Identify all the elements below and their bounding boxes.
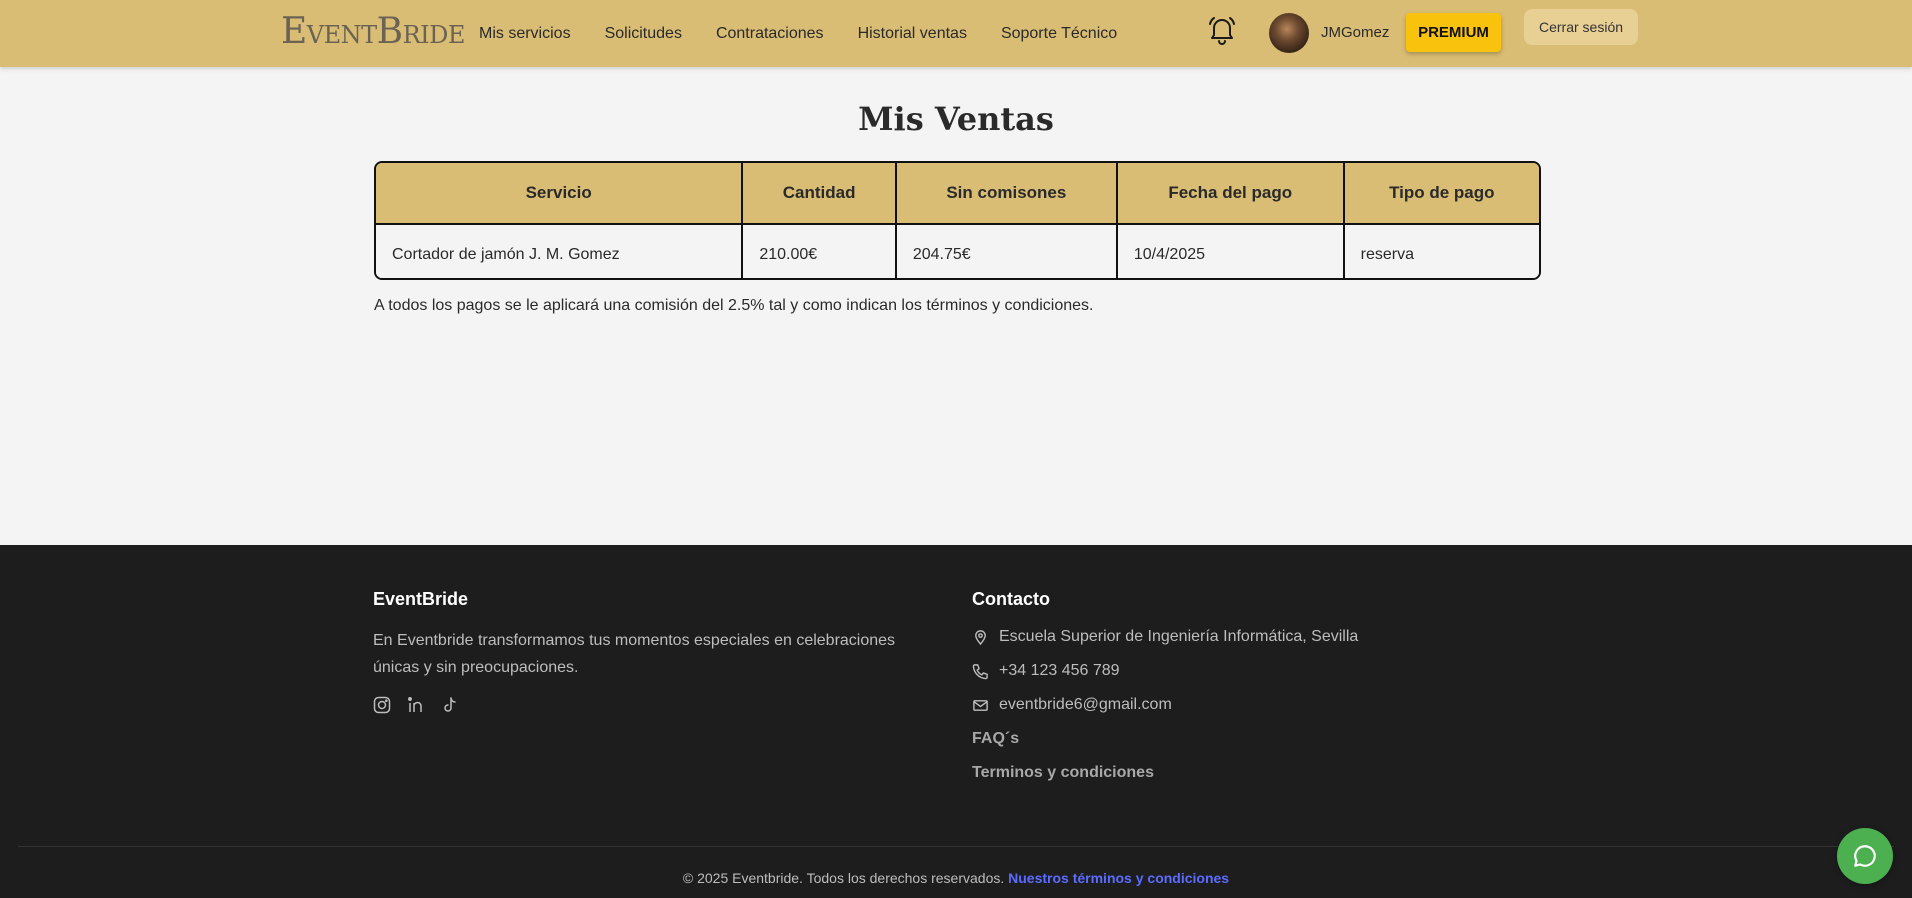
column-header-tipo-pago: Tipo de pago <box>1343 163 1539 225</box>
logo-text-ride: RIDE <box>402 21 466 49</box>
contact-phone: +34 123 456 789 <box>972 662 1120 680</box>
top-navbar: E VENT B RIDE Mis servicios Solicitudes Con… <box>0 0 1912 67</box>
premium-button[interactable]: PREMIUM <box>1406 13 1501 52</box>
copyright-terms-link[interactable]: Nuestros términos y condiciones <box>1008 870 1229 886</box>
logo-initial-b: B <box>376 11 403 52</box>
logo-text-vent: VENT <box>306 21 377 49</box>
logout-button[interactable]: Cerrar sesión <box>1524 9 1638 45</box>
phone-icon <box>972 663 988 679</box>
footer-contact-title: Contacto <box>972 589 1050 609</box>
cell-sin-comisiones: 204.75€ <box>895 224 1118 278</box>
logo-initial-e: E <box>281 11 307 52</box>
main-nav: Mis servicios Solicitudes Contrataciones… <box>479 0 1117 67</box>
table-row: Cortador de jamón J. M. Gomez 210.00€ 20… <box>376 224 1539 278</box>
footer-divider <box>18 846 1894 847</box>
nav-solicitudes[interactable]: Solicitudes <box>605 25 682 43</box>
cell-tipo-pago: reserva <box>1343 224 1539 278</box>
nav-soporte-tecnico[interactable]: Soporte Técnico <box>1001 25 1117 43</box>
address-text: Escuela Superior de Ingeniería Informáti… <box>999 628 1359 645</box>
commission-note: A todos los pagos se le aplicará una com… <box>374 297 1094 314</box>
tiktok-icon[interactable] <box>441 696 459 714</box>
footer-brand-title: EventBride <box>373 589 469 609</box>
bell-icon[interactable] <box>1206 14 1238 46</box>
eventbride-logo[interactable]: E VENT B RIDE <box>281 12 465 52</box>
mail-icon <box>973 699 988 711</box>
footer: EventBride En Eventbride transformamos t… <box>0 545 1912 898</box>
map-pin-icon <box>975 629 986 645</box>
copyright-line: © 2025 Eventbride. Todos los derechos re… <box>0 870 1912 886</box>
avatar[interactable] <box>1269 13 1309 53</box>
cell-fecha-pago: 10/4/2025 <box>1116 224 1345 278</box>
instagram-icon[interactable] <box>373 696 391 714</box>
email-text[interactable]: eventbride6@gmail.com <box>999 696 1172 714</box>
contact-address: Escuela Superior de Ingeniería Informáti… <box>972 628 1358 646</box>
chat-button[interactable] <box>1837 828 1893 884</box>
contact-email: eventbride6@gmail.com <box>972 696 1172 714</box>
column-header-sin-comisiones: Sin comisones <box>895 163 1118 225</box>
column-header-cantidad: Cantidad <box>742 163 897 225</box>
social-links <box>373 696 459 714</box>
username-label[interactable]: JMGomez <box>1321 24 1389 41</box>
linkedin-icon[interactable] <box>407 696 425 714</box>
terms-link[interactable]: Terminos y condiciones <box>972 764 1154 782</box>
column-header-fecha-pago: Fecha del pago <box>1116 163 1345 225</box>
sales-table: Servicio Cantidad Sin comisones Fecha de… <box>374 161 1541 280</box>
phone-text: +34 123 456 789 <box>999 662 1120 679</box>
cell-servicio: Cortador de jamón J. M. Gomez <box>376 224 744 278</box>
copyright-text: © 2025 Eventbride. Todos los derechos re… <box>682 870 1005 886</box>
footer-description: En Eventbride transformamos tus momentos… <box>373 632 896 676</box>
nav-historial-ventas[interactable]: Historial ventas <box>858 25 967 43</box>
column-header-servicio: Servicio <box>376 163 744 225</box>
faq-link[interactable]: FAQ´s <box>972 730 1019 748</box>
table-header-row: Servicio Cantidad Sin comisones Fecha de… <box>376 163 1539 225</box>
chat-bubble-icon <box>1854 845 1876 867</box>
nav-contrataciones[interactable]: Contrataciones <box>716 25 824 43</box>
page-title: Mis Ventas <box>858 100 1054 138</box>
cell-cantidad: 210.00€ <box>742 224 897 278</box>
nav-mis-servicios[interactable]: Mis servicios <box>479 25 571 43</box>
